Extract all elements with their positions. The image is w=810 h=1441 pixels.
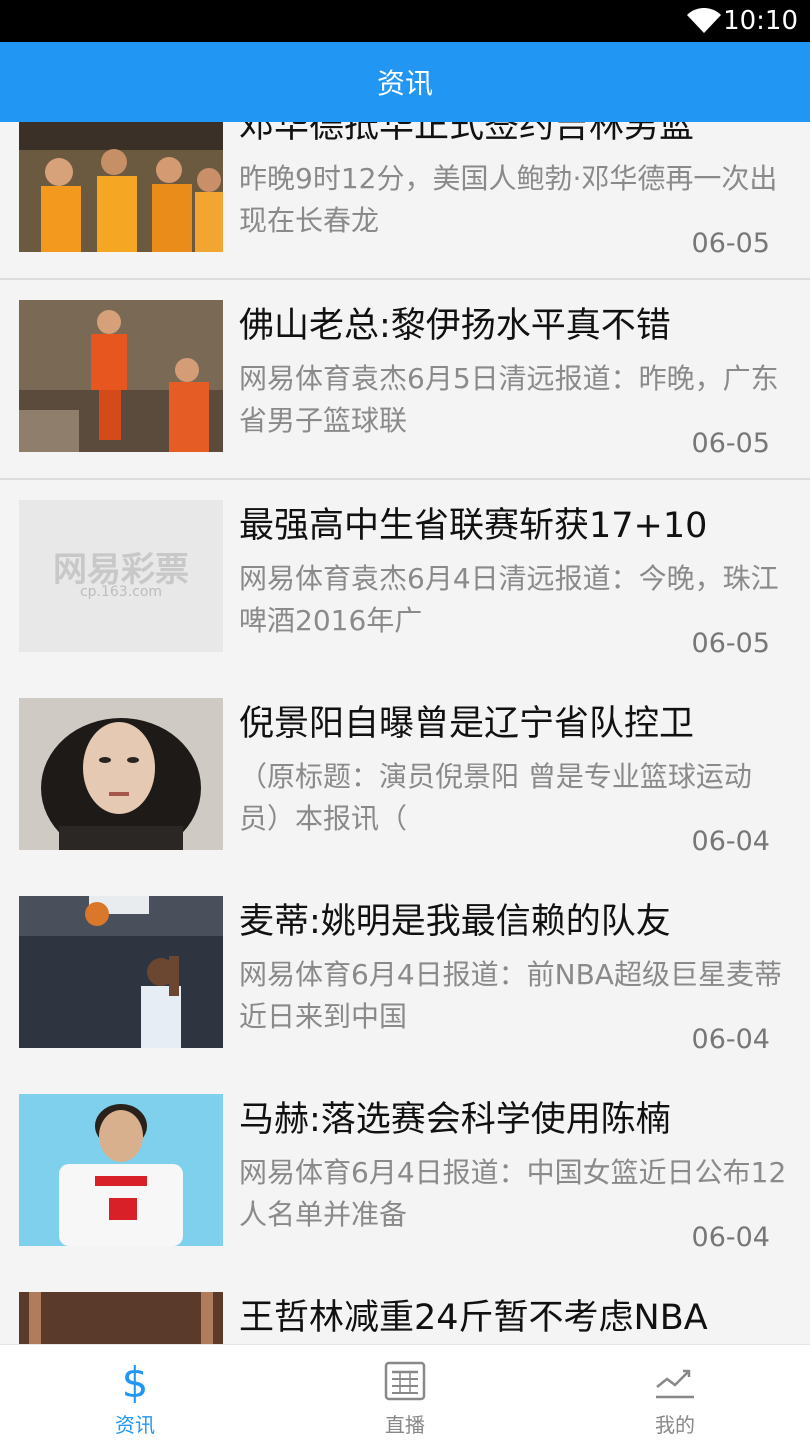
list-item[interactable]: 邓华德抵华正式签约吉林男篮 昨晚9时12分，美国人鲍勃·邓华德再一次出现在长春龙… — [0, 122, 810, 280]
chart-icon — [656, 1369, 694, 1399]
article-date: 06-04 — [691, 1222, 770, 1253]
article-date: 06-05 — [691, 228, 770, 259]
article-title: 倪景阳自曝曾是辽宁省队控卫 — [239, 704, 695, 744]
list-item[interactable]: 王哲林减重24斤暂不考虑NBA — [0, 1272, 810, 1344]
article-thumbnail — [19, 896, 223, 1048]
list-item[interactable]: 马赫:落选赛会科学使用陈楠 网易体育6月4日报道：中国女篮近日公布12人名单并准… — [0, 1074, 810, 1274]
article-date: 06-05 — [691, 628, 770, 659]
tab-live[interactable]: 直播 — [270, 1345, 540, 1441]
article-title: 王哲林减重24斤暂不考虑NBA — [239, 1298, 708, 1338]
bottom-tab-bar: $ 资讯 直播 我的 — [0, 1344, 810, 1441]
article-thumbnail: 网易彩票 cp.163.com — [19, 500, 223, 652]
page-title: 资讯 — [376, 67, 433, 100]
article-date: 06-04 — [691, 826, 770, 857]
tab-label: 直播 — [385, 1413, 425, 1437]
article-title: 邓华德抵华正式签约吉林男篮 — [239, 122, 695, 146]
news-list[interactable]: 邓华德抵华正式签约吉林男篮 昨晚9时12分，美国人鲍勃·邓华德再一次出现在长春龙… — [0, 122, 810, 1344]
article-thumbnail — [19, 122, 223, 252]
article-thumbnail — [19, 698, 223, 850]
list-item[interactable]: 麦蒂:姚明是我最信赖的队友 网易体育6月4日报道：前NBA超级巨星麦蒂近日来到中… — [0, 876, 810, 1076]
wifi-icon — [687, 8, 721, 33]
article-thumbnail — [19, 1292, 223, 1344]
svg-text:$: $ — [122, 1359, 149, 1403]
list-item[interactable]: 倪景阳自曝曾是辽宁省队控卫 （原标题：演员倪景阳 曾是专业篮球运动员）本报讯（ … — [0, 678, 810, 878]
tab-label: 我的 — [655, 1413, 695, 1437]
tab-label: 资讯 — [115, 1413, 155, 1437]
tab-news[interactable]: $ 资讯 — [0, 1345, 270, 1441]
list-item[interactable]: 佛山老总:黎伊扬水平真不错 网易体育袁杰6月5日清远报道：昨晚，广东省男子篮球联… — [0, 280, 810, 480]
article-title: 佛山老总:黎伊扬水平真不错 — [239, 306, 671, 346]
article-date: 06-04 — [691, 1024, 770, 1055]
list-item[interactable]: 网易彩票 cp.163.com 最强高中生省联赛斩获17+10 网易体育袁杰6月… — [0, 480, 810, 680]
article-title: 麦蒂:姚明是我最信赖的队友 — [239, 902, 671, 942]
article-date: 06-05 — [691, 428, 770, 459]
article-thumbnail — [19, 1094, 223, 1246]
status-time: 10:10 — [723, 6, 798, 36]
article-title: 最强高中生省联赛斩获17+10 — [239, 506, 708, 546]
status-bar: 10:10 — [0, 0, 810, 42]
tab-mine[interactable]: 我的 — [540, 1345, 810, 1441]
thumbnail-logo-subtext: cp.163.com — [79, 584, 163, 600]
article-thumbnail — [19, 300, 223, 452]
dollar-icon: $ — [122, 1359, 149, 1403]
article-title: 马赫:落选赛会科学使用陈楠 — [239, 1100, 671, 1140]
app-bar: 资讯 — [0, 42, 810, 122]
newspaper-icon — [384, 1361, 426, 1401]
